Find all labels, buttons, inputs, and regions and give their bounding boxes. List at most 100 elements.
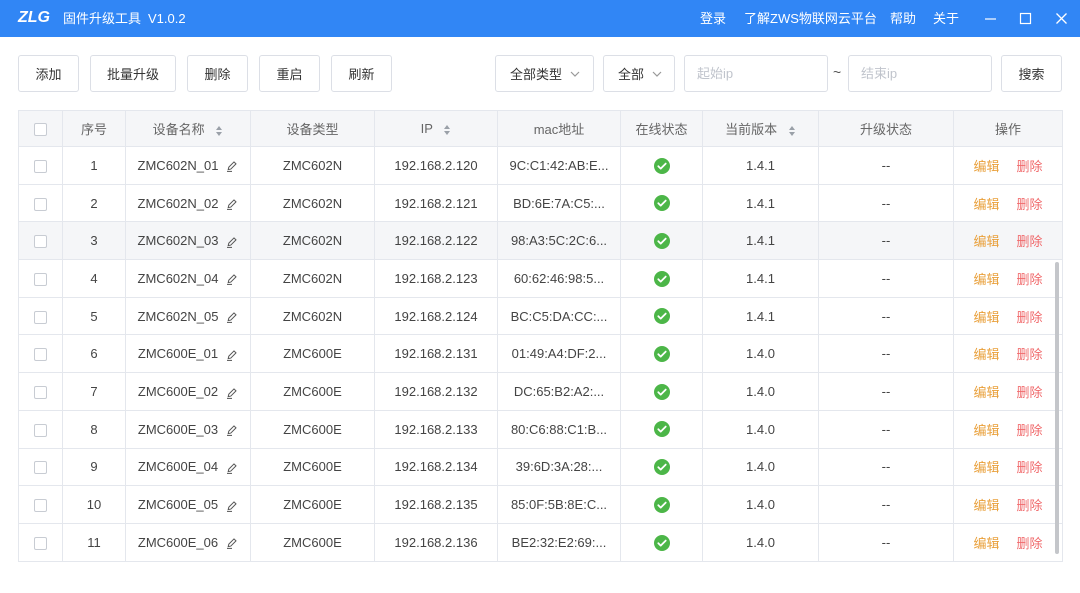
pencil-icon[interactable]	[226, 273, 238, 286]
select-all-checkbox[interactable]	[34, 123, 47, 137]
edit-action[interactable]: 编辑	[973, 536, 999, 551]
sort-icon[interactable]	[215, 125, 223, 137]
edit-action[interactable]: 编辑	[973, 385, 999, 400]
delete-action[interactable]: 删除	[1017, 423, 1043, 438]
edit-action[interactable]: 编辑	[973, 197, 999, 212]
delete-action[interactable]: 删除	[1017, 159, 1043, 174]
table-row[interactable]: 11 ZMC600E_06 ZMC600E 192.168.2.136 BE2:32:E…	[18, 522, 1063, 562]
device-type-dropdown[interactable]: 全部类型	[495, 55, 594, 92]
row-checkbox[interactable]	[34, 461, 47, 475]
delete-action[interactable]: 删除	[1017, 310, 1043, 325]
table-row[interactable]: 9 ZMC600E_04 ZMC600E 192.168.2.134 39:6D:3A:…	[18, 447, 1063, 487]
table-row[interactable]: 7 ZMC600E_02 ZMC600E 192.168.2.132 DC:65:B2:…	[18, 372, 1063, 411]
edit-action[interactable]: 编辑	[973, 310, 999, 325]
edit-action[interactable]: 编辑	[973, 234, 999, 249]
table-row[interactable]: 8 ZMC600E_03 ZMC600E 192.168.2.133 80:C6:88:…	[18, 409, 1063, 449]
sort-icon[interactable]	[443, 124, 451, 136]
delete-action[interactable]: 删除	[1017, 536, 1043, 551]
delete-action[interactable]: 删除	[1017, 234, 1043, 249]
column-header-device-name[interactable]: 设备名称	[125, 110, 251, 147]
status-dropdown[interactable]: 全部	[603, 55, 675, 92]
index-cell: 6	[62, 334, 126, 374]
check-circle-icon	[653, 496, 670, 513]
batch-upgrade-button[interactable]: 批量升级	[90, 55, 176, 92]
device-table: 序号 设备名称 设备类型 IP mac地址 在线状态 当前版本 升级状态 操作 …	[18, 110, 1063, 562]
edit-action[interactable]: 编辑	[973, 272, 999, 287]
pencil-icon[interactable]	[226, 500, 238, 512]
sort-icon[interactable]	[788, 125, 796, 137]
delete-action[interactable]: 删除	[1017, 385, 1043, 400]
pencil-icon[interactable]	[226, 236, 238, 248]
column-label: 操作	[994, 122, 1021, 137]
table-row[interactable]: 1 ZMC602N_01 ZMC602N 192.168.2.120 9C:C1:42:…	[18, 146, 1063, 185]
edit-action[interactable]: 编辑	[973, 159, 999, 174]
row-checkbox[interactable]	[34, 536, 47, 550]
select-cell	[18, 485, 63, 524]
device-name-cell: ZMC600E_03	[125, 409, 251, 449]
end-ip-input[interactable]	[848, 55, 992, 92]
column-header-select	[18, 110, 63, 147]
row-checkbox[interactable]	[34, 423, 47, 437]
edit-action[interactable]: 编辑	[973, 460, 999, 475]
device-name-cell: ZMC600E_02	[125, 372, 251, 411]
pencil-icon[interactable]	[226, 462, 238, 474]
minimize-icon[interactable]	[984, 12, 997, 25]
start-ip-input[interactable]	[684, 55, 828, 92]
delete-action[interactable]: 删除	[1017, 272, 1043, 287]
pencil-icon[interactable]	[226, 198, 238, 210]
login-link[interactable]: 登录	[700, 10, 726, 27]
table-row[interactable]: 6 ZMC600E_01 ZMC600E 192.168.2.131 01:49:A4:…	[18, 334, 1063, 374]
select-cell	[18, 334, 63, 374]
row-checkbox[interactable]	[34, 310, 47, 324]
row-checkbox[interactable]	[34, 235, 47, 249]
delete-action[interactable]: 删除	[1017, 197, 1043, 212]
pencil-icon[interactable]	[226, 311, 238, 324]
row-checkbox[interactable]	[34, 348, 47, 362]
pencil-icon[interactable]	[226, 349, 238, 361]
actions-cell: 编辑 删除	[953, 146, 1063, 185]
device-name-cell: ZMC600E_04	[125, 447, 251, 487]
table-row[interactable]: 4 ZMC602N_04 ZMC602N 192.168.2.123 60:62:46:…	[18, 259, 1063, 298]
delete-action[interactable]: 删除	[1017, 460, 1043, 475]
help-link[interactable]: 帮助	[890, 10, 916, 27]
pencil-icon[interactable]	[226, 387, 238, 399]
table-row[interactable]: 2 ZMC602N_02 ZMC602N 192.168.2.121 BD:6E:7A:…	[18, 183, 1063, 223]
column-header-version[interactable]: 当前版本	[702, 110, 819, 147]
delete-button[interactable]: 删除	[187, 55, 248, 92]
row-checkbox[interactable]	[34, 499, 47, 513]
edit-action[interactable]: 编辑	[973, 347, 999, 362]
device-type-cell: ZMC600E	[250, 334, 375, 374]
column-header-ip[interactable]: IP	[374, 110, 498, 147]
row-checkbox[interactable]	[34, 159, 47, 173]
pencil-icon[interactable]	[226, 537, 238, 550]
pencil-icon[interactable]	[226, 160, 238, 173]
column-header-upgrade-status: 升级状态	[818, 110, 954, 147]
device-name: ZMC600E_02	[137, 383, 219, 399]
add-button[interactable]: 添加	[18, 55, 79, 92]
table-row[interactable]: 5 ZMC602N_05 ZMC602N 192.168.2.124 BC:C5:DA:…	[18, 296, 1063, 336]
edit-action[interactable]: 编辑	[973, 423, 999, 438]
device-name: ZMC600E_01	[137, 346, 219, 362]
maximize-icon[interactable]	[1019, 12, 1032, 25]
close-icon[interactable]	[1055, 12, 1068, 25]
row-checkbox[interactable]	[34, 197, 47, 211]
online-status-cell	[620, 522, 703, 562]
table-row[interactable]: 10 ZMC600E_05 ZMC600E 192.168.2.135 85:0F:5B…	[18, 485, 1063, 524]
pencil-icon[interactable]	[226, 424, 238, 437]
row-checkbox[interactable]	[34, 272, 47, 286]
search-button[interactable]: 搜索	[1001, 55, 1062, 92]
restart-button[interactable]: 重启	[259, 55, 320, 92]
row-checkbox[interactable]	[34, 386, 47, 399]
delete-action[interactable]: 删除	[1017, 498, 1043, 513]
about-link[interactable]: 关于	[933, 10, 959, 27]
version-cell: 1.4.1	[702, 259, 819, 298]
vertical-scrollbar[interactable]	[1055, 262, 1059, 554]
column-label: 当前版本	[725, 122, 778, 137]
edit-action[interactable]: 编辑	[973, 498, 999, 513]
device-type-cell: ZMC600E	[250, 447, 375, 487]
refresh-button[interactable]: 刷新	[331, 55, 392, 92]
mac-cell: 85:0F:5B:8E:C...	[497, 485, 621, 524]
table-row[interactable]: 3 ZMC602N_03 ZMC602N 192.168.2.122 98:A3:5C:…	[18, 221, 1063, 261]
delete-action[interactable]: 删除	[1017, 347, 1043, 362]
zws-cloud-link[interactable]: 了解ZWS物联网云平台	[744, 10, 877, 27]
